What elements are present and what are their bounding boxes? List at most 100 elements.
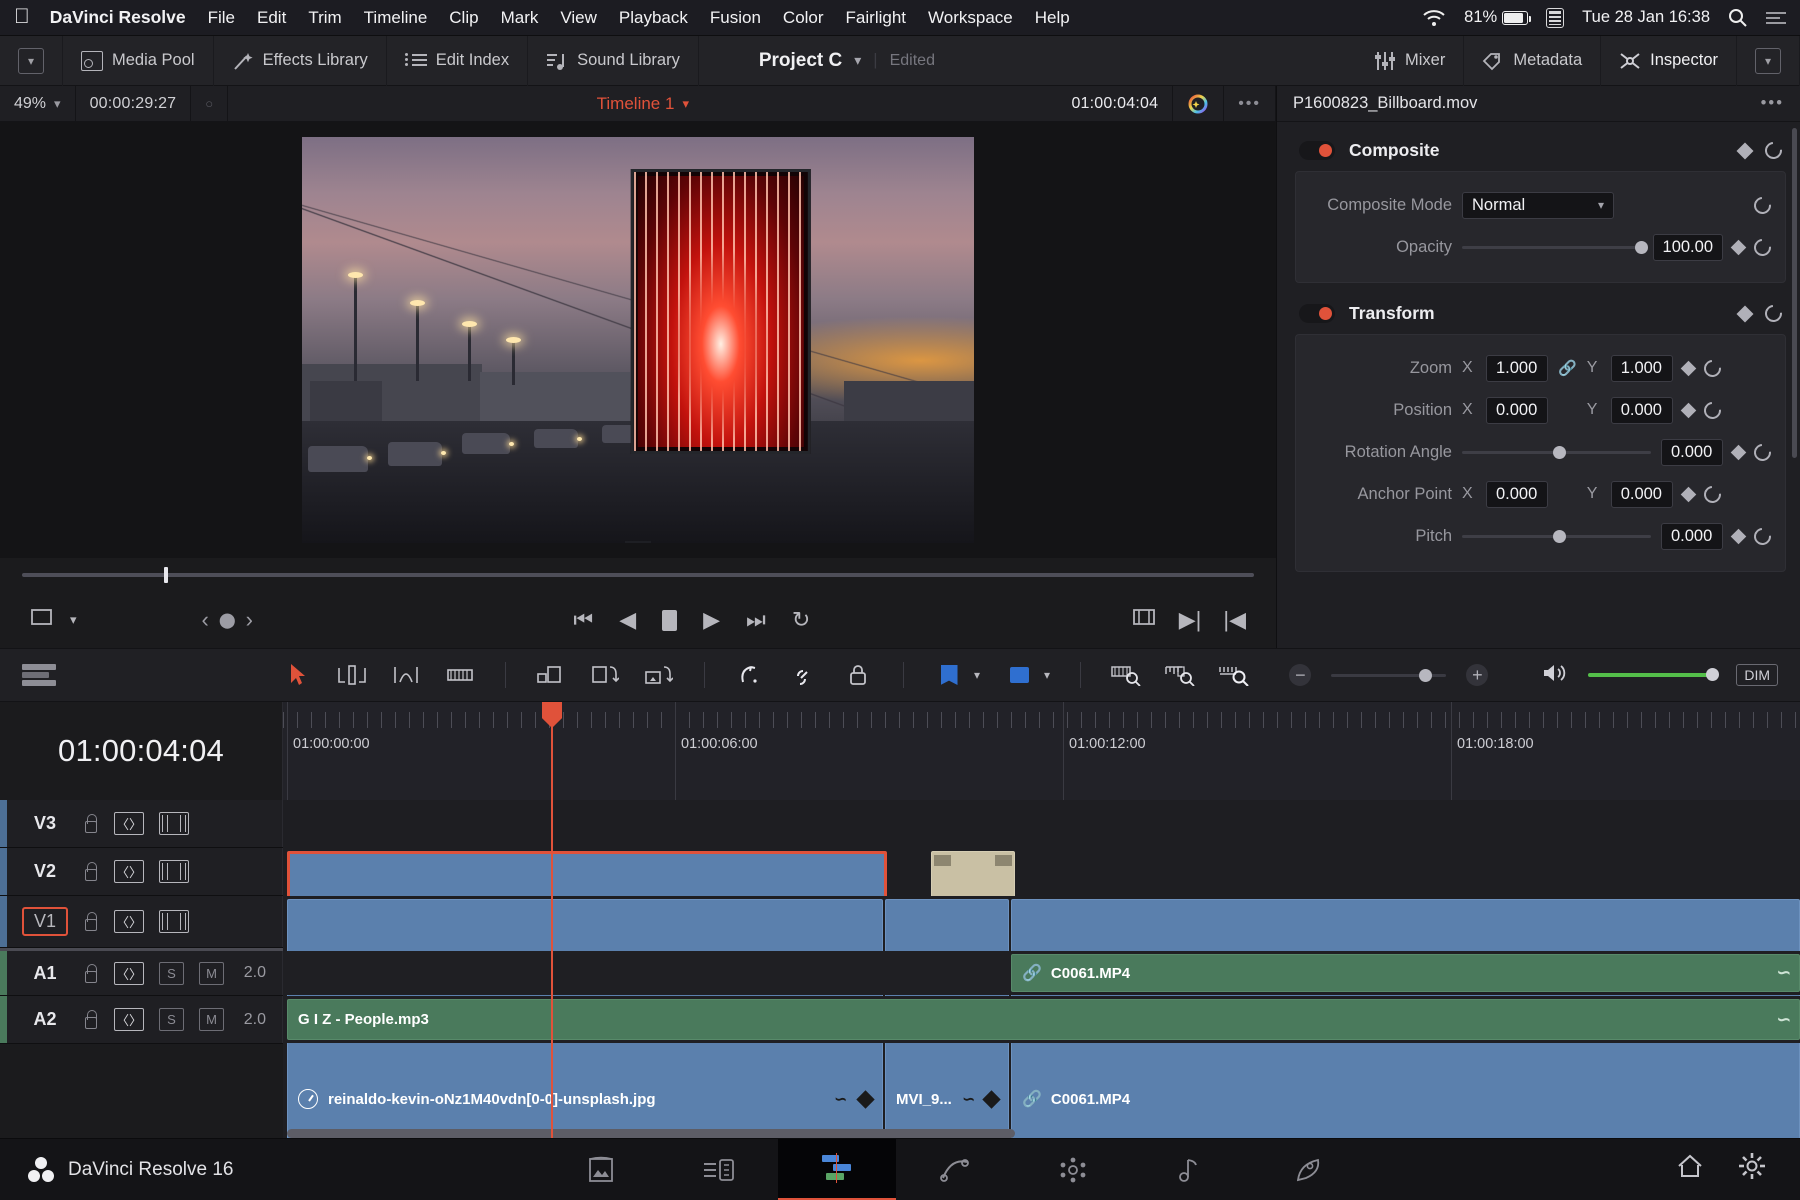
composite-enable-toggle[interactable] <box>1299 141 1335 160</box>
wifi-icon[interactable] <box>1422 9 1446 27</box>
lock-icon-v2[interactable] <box>83 862 99 881</box>
flag-icon[interactable] <box>934 662 964 688</box>
stop-button[interactable] <box>662 609 678 631</box>
menu-color[interactable]: Color <box>783 8 824 28</box>
fusion-page-button[interactable] <box>896 1139 1014 1200</box>
position-y-value[interactable]: 0.000 <box>1610 396 1673 424</box>
composite-reset-icon[interactable] <box>1761 138 1786 163</box>
timeline-horizontal-scrollbar[interactable] <box>283 1129 1800 1138</box>
edit-index-button[interactable]: Edit Index <box>387 35 529 86</box>
transform-reset-icon[interactable] <box>1761 301 1786 326</box>
track-name-a1[interactable]: A1 <box>22 963 68 984</box>
timeline-view-options-button[interactable] <box>0 664 283 686</box>
menu-fairlight[interactable]: Fairlight <box>846 8 906 28</box>
menu-view[interactable]: View <box>560 8 597 28</box>
track-header-v2[interactable]: V2 〈〉 <box>0 848 283 895</box>
rotation-angle-slider[interactable] <box>1462 445 1651 459</box>
lock-icon-a2[interactable] <box>83 1010 99 1029</box>
menu-mark[interactable]: Mark <box>501 8 539 28</box>
position-keyframe-icon[interactable] <box>1680 402 1696 418</box>
track-name-v1[interactable]: V1 <box>22 907 68 936</box>
opacity-keyframe-icon[interactable] <box>1730 239 1747 255</box>
zoom-out-icon[interactable]: − <box>1289 664 1312 686</box>
clip-keyframe-icon-mvi[interactable] <box>982 1089 1001 1109</box>
menu-timeline[interactable]: Timeline <box>364 8 428 28</box>
timeline-clip-c0061-audio[interactable]: 🔗 C0061.MP4 ∽ <box>1011 954 1800 992</box>
spotlight-search-icon[interactable] <box>1728 8 1748 28</box>
media-page-button[interactable] <box>542 1139 660 1200</box>
pitch-slider[interactable] <box>1462 529 1651 543</box>
inspector-button[interactable]: Inspector <box>1601 35 1737 86</box>
composite-mode-select[interactable]: Normal ▾ <box>1462 191 1614 219</box>
place-on-top-icon[interactable] <box>644 662 674 688</box>
mixer-button[interactable]: Mixer <box>1356 35 1465 86</box>
zoom-x-value[interactable]: 1.000 <box>1486 354 1548 382</box>
fit-to-window-icon[interactable] <box>1131 607 1157 633</box>
inspector-scrollbar[interactable] <box>1792 128 1797 458</box>
jump-to-end-button[interactable]: ⏭ <box>746 607 766 633</box>
track-name-v2[interactable]: V2 <box>22 861 68 882</box>
prev-marker-icon[interactable]: ‹ <box>202 607 209 633</box>
audio-level-slider[interactable] <box>1588 668 1720 681</box>
play-forward-button[interactable]: ▶ <box>703 607 720 633</box>
viewer-canvas[interactable] <box>0 122 1276 558</box>
speaker-icon[interactable] <box>1542 662 1568 689</box>
edit-page-button[interactable] <box>777 1138 896 1200</box>
mark-in-icon[interactable]: |◀ <box>1223 607 1246 633</box>
auto-select-icon-v3[interactable]: 〈〉 <box>114 812 144 835</box>
track-body-a2[interactable]: G I Z - People.mp3 ∽ <box>283 996 1800 1043</box>
metadata-button[interactable]: Metadata <box>1464 35 1602 86</box>
rotation-angle-value[interactable]: 0.000 <box>1661 438 1723 466</box>
transform-enable-toggle[interactable] <box>1299 304 1335 323</box>
auto-select-icon-a2[interactable]: 〈〉 <box>114 1008 144 1031</box>
auto-select-icon-a1[interactable]: 〈〉 <box>114 961 144 985</box>
timeline-clip-giz-people[interactable]: G I Z - People.mp3 ∽ <box>287 999 1800 1040</box>
mute-button-a2[interactable]: M <box>199 1008 224 1031</box>
color-page-button[interactable] <box>1014 1139 1132 1200</box>
scrubber-playhead[interactable] <box>163 567 168 583</box>
snapping-icon[interactable] <box>735 662 765 688</box>
calendar-icon[interactable] <box>1546 7 1565 28</box>
video-enable-icon-v2[interactable] <box>159 860 189 883</box>
zoom-in-icon[interactable]: + <box>1466 664 1489 686</box>
rotation-keyframe-icon[interactable] <box>1730 444 1747 460</box>
zoom-y-value[interactable]: 1.000 <box>1610 354 1673 382</box>
timeline-playhead[interactable] <box>542 702 562 800</box>
app-name-menu[interactable]: DaVinci Resolve <box>50 7 186 28</box>
rotation-reset-icon[interactable] <box>1750 440 1775 464</box>
sound-library-button[interactable]: Sound Library <box>528 35 699 86</box>
viewer-options-icon[interactable]: ••• <box>1224 85 1276 122</box>
viewer-frame-mode-icon[interactable] <box>30 607 54 633</box>
project-selector[interactable]: Project C ▾ | Edited <box>699 36 953 86</box>
panel-collapse-button[interactable]: ▾ <box>0 35 63 86</box>
opacity-slider[interactable] <box>1462 240 1649 254</box>
insert-clip-icon[interactable] <box>536 662 566 688</box>
trim-edit-icon[interactable] <box>337 662 367 688</box>
battery-status[interactable]: 81% <box>1464 8 1532 27</box>
marker-ellipse-icon[interactable]: ⬤ <box>219 611 236 629</box>
link-clips-icon[interactable] <box>789 662 819 688</box>
composite-mode-reset-icon[interactable] <box>1750 193 1775 217</box>
viewer-scrubber[interactable] <box>0 558 1276 592</box>
home-icon[interactable] <box>1676 1153 1704 1186</box>
viewer-current-timecode[interactable]: 01:00:04:04 <box>1057 85 1174 122</box>
fairlight-page-button[interactable] <box>1132 1139 1250 1200</box>
position-x-value[interactable]: 0.000 <box>1486 396 1548 424</box>
marker-icon[interactable] <box>1004 662 1034 688</box>
solo-button-a1[interactable]: S <box>159 961 184 985</box>
link-icon[interactable]: 🔗 <box>1558 359 1577 377</box>
project-settings-icon[interactable] <box>1738 1152 1766 1187</box>
color-wheel-icon[interactable] <box>1173 85 1225 122</box>
zoom-keyframe-icon[interactable] <box>1680 360 1696 376</box>
lock-icon-v1[interactable] <box>83 912 99 931</box>
pitch-reset-icon[interactable] <box>1750 524 1775 548</box>
track-name-a2[interactable]: A2 <box>22 1009 68 1030</box>
razor-edit-icon[interactable] <box>445 662 475 688</box>
auto-select-icon-v2[interactable]: 〈〉 <box>114 860 144 883</box>
track-header-v3[interactable]: V3 〈〉 <box>0 800 283 847</box>
mute-button-a1[interactable]: M <box>199 961 224 985</box>
custom-zoom-icon[interactable] <box>1219 662 1249 688</box>
deliver-page-button[interactable] <box>1250 1139 1368 1200</box>
dim-audio-button[interactable]: DIM <box>1736 664 1778 686</box>
control-center-icon[interactable] <box>1766 9 1786 27</box>
